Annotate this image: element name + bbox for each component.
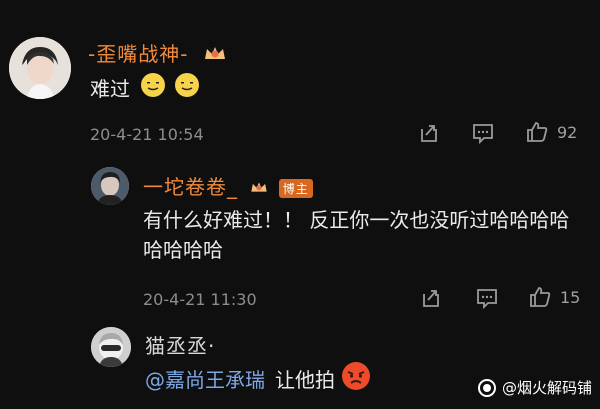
share-button[interactable] (419, 286, 443, 310)
username-text[interactable]: -歪嘴战神- (88, 42, 188, 66)
watermark-text: @烟火解码铺 (502, 379, 593, 397)
smile-emoji (174, 72, 200, 106)
comment-username[interactable]: 一坨卷卷_ 博主 (143, 171, 313, 201)
like-button[interactable]: 15 (528, 285, 580, 309)
comment-button[interactable] (475, 286, 499, 310)
comment-text: 有什么好难过！！ 反正你一次也没听过哈哈哈哈哈哈哈哈 (143, 205, 573, 265)
like-button[interactable]: 92 (525, 120, 577, 144)
comment-username[interactable]: -歪嘴战神- (88, 38, 228, 68)
comment-username[interactable]: 猫丞丞· (145, 330, 215, 359)
like-count: 92 (557, 122, 578, 142)
comment-text: 难过 (90, 72, 200, 106)
comment-icon (477, 289, 497, 310)
watermark-icon (478, 378, 496, 397)
comment-timestamp: 20-4-21 11:30 (143, 290, 257, 309)
angry-emoji (341, 361, 371, 399)
comment-text: @嘉尚王承瑞 让他拍 (145, 361, 371, 399)
comment-button[interactable] (471, 121, 495, 145)
comment-timestamp: 20-4-21 10:54 (90, 125, 204, 144)
mention-link[interactable]: @嘉尚王承瑞 (145, 365, 265, 395)
avatar-user-2[interactable] (91, 167, 129, 205)
smile-emoji (140, 72, 166, 106)
thumbs-up-icon (530, 287, 551, 307)
username-text[interactable]: 一坨卷卷_ (143, 175, 238, 199)
like-count: 15 (560, 287, 581, 307)
share-icon (421, 125, 437, 142)
watermark: @烟火解码铺 (478, 377, 592, 398)
author-badge: 博主 (278, 179, 313, 198)
crown-icon (249, 177, 269, 201)
avatar-user-1[interactable] (9, 37, 71, 99)
thumbs-up-icon (527, 122, 548, 142)
comment-icon (473, 124, 493, 145)
share-button[interactable] (417, 121, 441, 145)
comment-body: 有什么好难过！！ 反正你一次也没听过哈哈哈哈哈哈哈哈 (143, 208, 570, 262)
share-icon (423, 290, 439, 307)
comment-body: 让他拍 (275, 368, 335, 392)
crown-icon (202, 43, 228, 68)
comment-body: 难过 (90, 77, 130, 101)
avatar-user-3[interactable] (91, 327, 131, 367)
